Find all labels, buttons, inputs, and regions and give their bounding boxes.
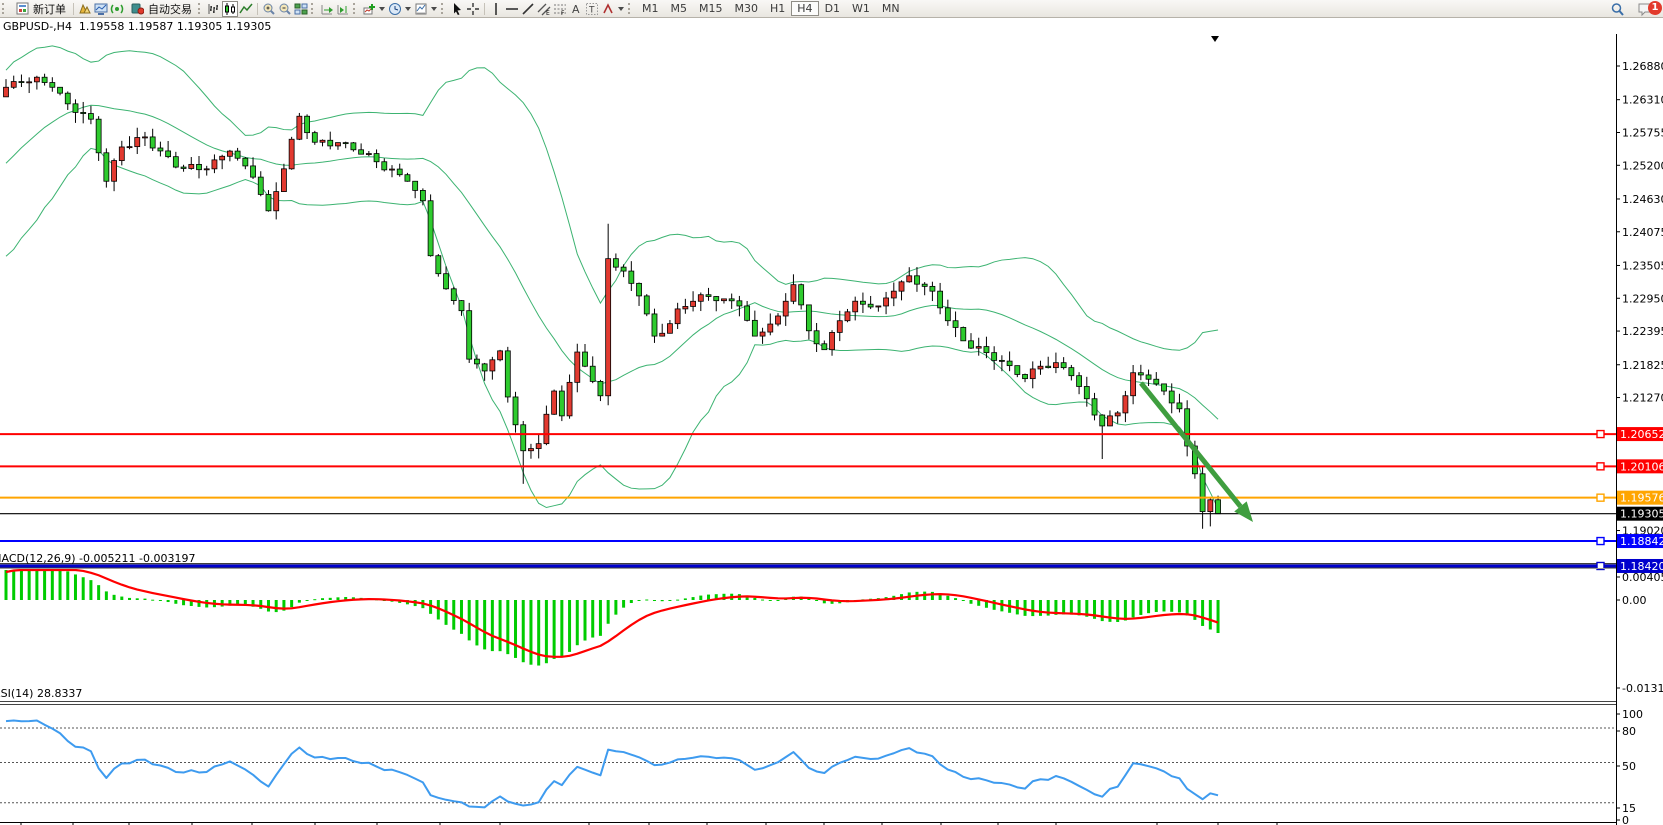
svg-text:1.20106: 1.20106 [1620,460,1663,473]
toolbar-grip [441,3,445,14]
periods-dropdown-arrow[interactable] [405,7,411,11]
svg-text:1.24630: 1.24630 [1622,193,1663,206]
navigator-icon[interactable] [109,1,125,17]
equidistant-channel-icon[interactable]: E [536,1,552,17]
new-order-label: 新订单 [33,1,66,17]
svg-text:1.19305: 1.19305 [1620,508,1663,521]
indicators-icon[interactable] [361,1,377,17]
arrows-dropdown-arrow[interactable] [618,7,624,11]
svg-text:1.26880: 1.26880 [1622,60,1663,73]
svg-text:1.21825: 1.21825 [1622,359,1663,372]
macd-label: MACD(12,26,9) -0.005211 -0.003197 [0,552,195,565]
chart-candles-icon[interactable] [222,1,238,17]
toolbar-grip [353,3,357,14]
svg-text:1.25200: 1.25200 [1622,159,1663,172]
svg-text:1.26310: 1.26310 [1622,94,1663,107]
timeframe-button-H1[interactable]: H1 [764,1,791,16]
zoom-in-icon[interactable] [261,1,277,17]
toolbar-grip [198,3,202,14]
cursor-icon[interactable] [449,1,465,17]
timeframe-button-M1[interactable]: M1 [636,1,665,16]
svg-text:0: 0 [1622,814,1629,825]
svg-text:1.24075: 1.24075 [1622,226,1663,239]
svg-text:1.18842: 1.18842 [1620,535,1663,548]
svg-text:-0.013143: -0.013143 [1622,682,1663,695]
svg-text:1.25755: 1.25755 [1622,126,1663,139]
svg-text:1.21270: 1.21270 [1622,392,1663,405]
zoom-out-icon[interactable] [277,1,293,17]
chat-icon[interactable]: 1 [1637,2,1655,17]
text-icon[interactable]: A [568,1,584,17]
indicators-dropdown-arrow[interactable] [379,7,385,11]
autotrading-icon [129,1,145,17]
trendline-icon[interactable] [520,1,536,17]
svg-text:1.22950: 1.22950 [1622,292,1663,305]
profiles-icon[interactable] [77,1,93,17]
templates-icon[interactable] [413,1,429,17]
svg-text:1.20652: 1.20652 [1620,428,1663,441]
svg-text:F: F [561,10,565,16]
horizontal-line-icon[interactable] [504,1,520,17]
timeframe-toolbar: M1M5M15M30H1H4D1W1MN [636,1,906,16]
tile-windows-icon[interactable] [293,1,309,17]
chart-canvas: 1.26880 1.26310 1.25755 1.25200 1.24630 1.240… [0,17,1663,825]
svg-text:1.22395: 1.22395 [1622,325,1663,338]
fibonacci-icon[interactable]: F [552,1,568,17]
mt4-window: 新订单 自动交易 [0,0,1663,825]
rsi-label: RSI(14) 28.8337 [0,687,82,700]
autotrading-label: 自动交易 [148,1,192,17]
market-watch-icon[interactable] [93,1,109,17]
templates-dropdown-arrow[interactable] [431,7,437,11]
autotrading-button[interactable]: 自动交易 [125,1,196,17]
toolbar-separator [73,3,74,15]
new-order-icon [14,1,30,17]
svg-text:A: A [572,3,580,16]
toolbar-grip [311,3,315,14]
svg-text:1.19576: 1.19576 [1620,492,1663,505]
timeframe-button-M15[interactable]: M15 [693,1,729,16]
svg-text:T: T [588,5,595,15]
timeframe-button-MN[interactable]: MN [876,1,906,16]
text-label-icon[interactable]: T [584,1,600,17]
timeframe-button-D1[interactable]: D1 [819,1,846,16]
periods-icon[interactable] [387,1,403,17]
chart-line-icon[interactable] [238,1,254,17]
new-order-button[interactable]: 新订单 [10,1,70,17]
chart-shift-icon[interactable] [335,1,351,17]
toolbar-right-icons: 1 [1609,1,1655,17]
chat-notification-badge[interactable]: 1 [1648,1,1662,15]
symbol-ohlc-line: GBPUSD-,H4 1.19558 1.19587 1.19305 1.193… [3,20,271,33]
toolbar-separator [257,3,258,15]
svg-text:100: 100 [1622,708,1643,721]
svg-text:1.23505: 1.23505 [1622,259,1663,272]
svg-text:50: 50 [1622,760,1636,773]
timeframe-button-M5[interactable]: M5 [665,1,694,16]
timeframe-button-M30[interactable]: M30 [729,1,765,16]
toolbar-separator [484,3,485,15]
svg-text:E: E [546,10,550,16]
chart-bars-icon[interactable] [206,1,222,17]
svg-text:0.004057: 0.004057 [1622,571,1663,584]
vertical-line-icon[interactable] [488,1,504,17]
search-icon[interactable] [1609,1,1625,17]
svg-text:80: 80 [1622,725,1636,738]
auto-scroll-icon[interactable] [319,1,335,17]
crosshair-icon[interactable] [465,1,481,17]
svg-text:0.00: 0.00 [1622,594,1647,607]
arrows-icon[interactable] [600,1,616,17]
toolbar-grip [628,3,632,14]
timeframe-button-H4[interactable]: H4 [791,1,818,16]
toolbar-grip [2,3,6,14]
chart-region[interactable]: 1.26880 1.26310 1.25755 1.25200 1.24630 1.240… [0,17,1663,825]
timeframe-button-W1[interactable]: W1 [846,1,876,16]
toolbar: 新订单 自动交易 [0,0,1663,18]
